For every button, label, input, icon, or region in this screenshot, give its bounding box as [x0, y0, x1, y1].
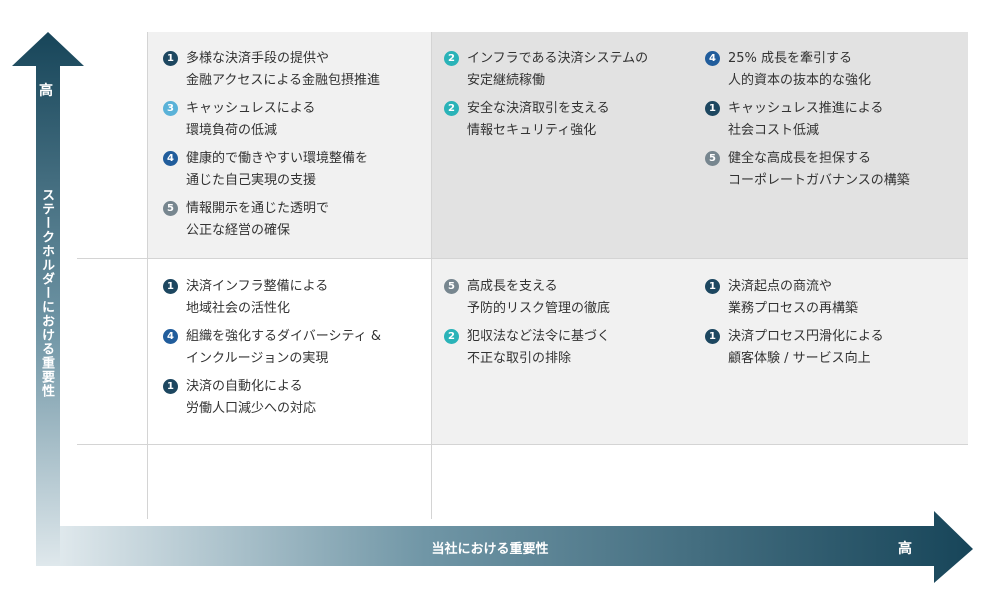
- materiality-item-text: 健全な高成長を担保する コーポレートガバナンスの構築: [728, 151, 910, 188]
- category-number-badge: 4: [163, 151, 178, 166]
- materiality-item: 1 決済インフラ整備による 地域社会の活性化: [163, 276, 328, 320]
- materiality-item-text: 決済の自動化による 労働人口減少への対応: [186, 379, 317, 416]
- materiality-item: 2 安全な決済取引を支える 情報セキュリティ強化: [444, 98, 610, 142]
- materiality-item-text: 安全な決済取引を支える 情報セキュリティ強化: [467, 101, 610, 138]
- materiality-item: 1 キャッシュレス推進による 社会コスト低減: [705, 98, 883, 142]
- category-number-badge: 1: [705, 329, 720, 344]
- category-number-badge: 4: [705, 51, 720, 66]
- category-number-badge: 1: [705, 101, 720, 116]
- category-number-badge: 2: [444, 101, 459, 116]
- materiality-item: 1 決済起点の商流や 業務プロセスの再構築: [705, 276, 858, 320]
- category-number-badge: 2: [444, 51, 459, 66]
- materiality-item: 5 健全な高成長を担保する コーポレートガバナンスの構築: [705, 148, 910, 192]
- category-number-badge: 1: [705, 279, 720, 294]
- materiality-item: 1 決済プロセス円滑化による 顧客体験 / サービス向上: [705, 326, 884, 370]
- materiality-item-text: 組織を強化するダイバーシティ & インクルージョンの実現: [186, 329, 381, 366]
- x-axis-high-label: 高: [898, 541, 912, 557]
- grid-line-v1: [147, 32, 148, 519]
- materiality-item: 1 多様な決済手段の提供や 金融アクセスによる金融包摂推進: [163, 48, 380, 92]
- materiality-item: 2 犯収法など法令に基づく 不正な取引の排除: [444, 326, 610, 370]
- materiality-item-text: 決済インフラ整備による 地域社会の活性化: [186, 279, 329, 316]
- materiality-item: 3 キャッシュレスによる 環境負荷の低減: [163, 98, 315, 142]
- y-axis-high-label: 高: [39, 83, 53, 99]
- materiality-item: 4 健康的で働きやすい環境整備を 通じた自己実現の支援: [163, 148, 368, 192]
- grid-line-v2: [431, 32, 432, 519]
- materiality-item-text: インフラである決済システムの 安定継続稼働: [467, 51, 649, 88]
- materiality-item: 4 25% 成長を牽引する 人的資本の抜本的な強化: [705, 48, 871, 92]
- materiality-item: 4 組織を強化するダイバーシティ & インクルージョンの実現: [163, 326, 381, 370]
- category-number-badge: 1: [163, 379, 178, 394]
- category-number-badge: 3: [163, 101, 178, 116]
- materiality-item-text: 健康的で働きやすい環境整備を 通じた自己実現の支援: [186, 151, 369, 188]
- materiality-item: 2 インフラである決済システムの 安定継続稼働: [444, 48, 648, 92]
- materiality-item-text: 多様な決済手段の提供や 金融アクセスによる金融包摂推進: [186, 51, 380, 88]
- materiality-item-text: 決済プロセス円滑化による 顧客体験 / サービス向上: [728, 329, 884, 366]
- materiality-item: 5 高成長を支える 予防的リスク管理の徹底: [444, 276, 610, 320]
- category-number-badge: 5: [444, 279, 459, 294]
- category-number-badge: 2: [444, 329, 459, 344]
- grid-line-h1: [77, 258, 968, 259]
- category-number-badge: 1: [163, 51, 178, 66]
- materiality-item-text: 情報開示を通じた透明で 公正な経営の確保: [186, 201, 330, 238]
- category-number-badge: 4: [163, 329, 178, 344]
- category-number-badge: 1: [163, 279, 178, 294]
- grid-line-h2: [77, 444, 968, 445]
- x-axis-title: 当社における重要性: [431, 542, 549, 557]
- y-axis-title: ステークホルダーにおける重要性: [39, 188, 54, 398]
- category-number-badge: 5: [163, 201, 178, 216]
- materiality-item-text: 決済起点の商流や 業務プロセスの再構築: [728, 279, 859, 316]
- materiality-item-text: キャッシュレスによる 環境負荷の低減: [186, 101, 316, 138]
- materiality-item-text: 高成長を支える 予防的リスク管理の徹底: [467, 279, 611, 316]
- materiality-item: 5 情報開示を通じた透明で 公正な経営の確保: [163, 198, 329, 242]
- materiality-item: 1 決済の自動化による 労働人口減少への対応: [163, 376, 316, 420]
- materiality-item-text: キャッシュレス推進による 社会コスト低減: [728, 101, 884, 138]
- category-number-badge: 5: [705, 151, 720, 166]
- materiality-item-text: 犯収法など法令に基づく 不正な取引の排除: [467, 329, 611, 366]
- materiality-item-text: 25% 成長を牽引する 人的資本の抜本的な強化: [728, 51, 872, 88]
